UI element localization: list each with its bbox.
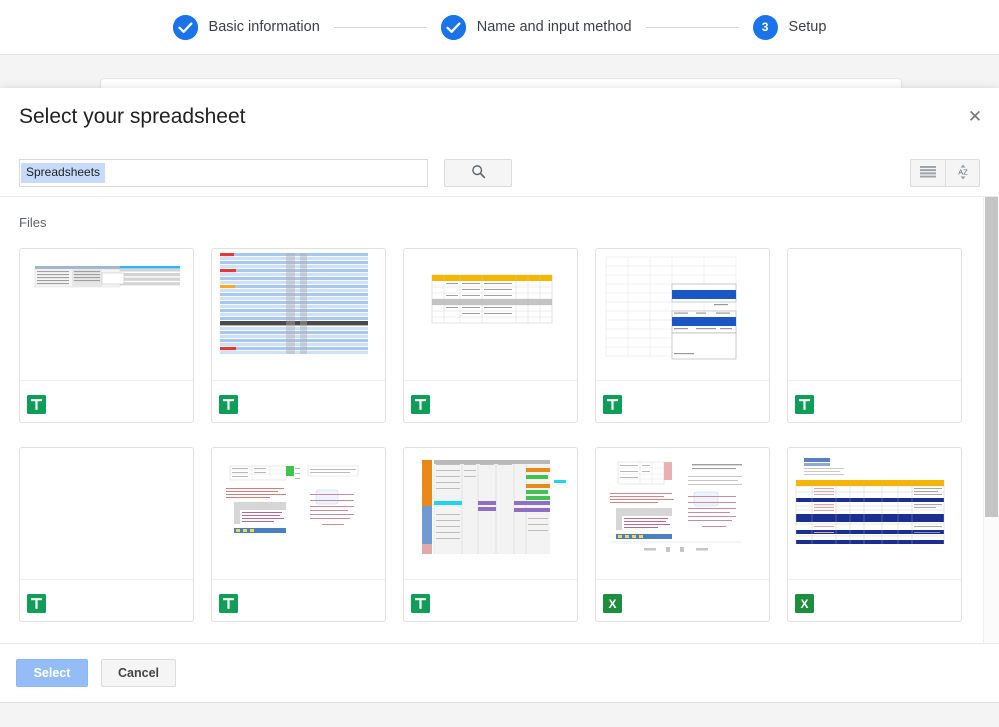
dialog-title: Select your spreadsheet [19,105,246,128]
select-button[interactable]: Select [16,659,88,687]
search-input[interactable] [105,161,426,185]
dialog-header: Select your spreadsheet ✕ Spreadsheets A… [0,88,999,196]
select-spreadsheet-dialog: Select your spreadsheet ✕ Spreadsheets A… [0,88,999,702]
file-card-footer [404,380,577,422]
file-card-footer [20,579,193,621]
svg-text:X: X [608,597,616,611]
file-thumbnail [404,448,577,581]
file-card-footer [788,380,961,422]
google-sheets-icon [219,594,238,613]
microsoft-excel-icon: X [795,594,814,613]
file-thumbnail [20,249,193,382]
stepper-step-basic-information[interactable]: Basic information [172,14,320,40]
step-complete-check-icon [440,14,466,40]
step-complete-check-icon [172,14,198,40]
file-grid: X X [19,248,980,622]
file-card[interactable]: X [787,447,962,622]
search-field-wrapper[interactable]: Spreadsheets [19,159,428,187]
list-view-icon [920,165,936,181]
google-sheets-icon [411,594,430,613]
file-card-footer [20,380,193,422]
search-button[interactable] [444,159,512,187]
view-toolbar: AZ [910,159,980,187]
file-card-footer [404,579,577,621]
file-thumbnail [788,249,961,382]
stepper-step-label: Setup [788,19,827,35]
stepper-connector [645,26,739,28]
cancel-button[interactable]: Cancel [101,659,176,687]
file-card[interactable] [19,447,194,622]
bottom-page-strip [0,702,999,727]
file-card-footer: X [596,579,769,621]
wizard-stepper: Basic information Name and input method … [0,0,999,55]
svg-text:X: X [800,597,808,611]
file-card[interactable] [787,248,962,423]
file-list-scroll-area[interactable]: Files X X [0,196,999,643]
google-sheets-icon [219,395,238,414]
list-view-icon-button[interactable] [910,159,945,187]
stepper-step-label: Basic information [208,19,320,35]
google-sheets-icon [411,395,430,414]
search-filter-chip-spreadsheets[interactable]: Spreadsheets [21,163,106,183]
svg-text:AZ: AZ [958,167,968,176]
microsoft-excel-icon: X [603,594,622,613]
file-card[interactable]: X [595,447,770,622]
dialog-footer: Select Cancel [0,643,999,702]
file-thumbnail [212,249,385,382]
step-number-badge: 3 [752,14,778,40]
stepper-step-name-and-input-method[interactable]: Name and input method [440,14,632,40]
file-card[interactable] [211,447,386,622]
google-sheets-icon [603,395,622,414]
stepper-step-label: Name and input method [476,19,632,35]
file-card[interactable] [403,447,578,622]
google-sheets-icon [27,594,46,613]
sort-az-icon: AZ [953,162,973,185]
files-section-label: Files [19,215,47,230]
file-thumbnail [596,448,769,581]
stepper-connector [333,26,427,28]
file-card[interactable] [403,248,578,423]
google-sheets-icon [27,395,46,414]
file-thumbnail [596,249,769,382]
file-card-footer [212,380,385,422]
google-sheets-icon [795,395,814,414]
file-list-scrollbar-thumb[interactable] [985,197,998,517]
file-thumbnail [404,249,577,382]
file-thumbnail [212,448,385,581]
file-list-scrollbar-track[interactable] [983,197,999,643]
file-thumbnail [788,448,961,581]
file-card[interactable] [19,248,194,423]
stepper-step-setup[interactable]: 3 Setup [752,14,827,40]
search-row: Spreadsheets [19,159,512,187]
stepper-track: Basic information Name and input method … [172,14,827,40]
file-card[interactable] [595,248,770,423]
file-card-footer: X [788,579,961,621]
search-icon [471,164,486,182]
file-card[interactable] [211,248,386,423]
file-card-footer [212,579,385,621]
close-icon[interactable]: ✕ [962,103,988,129]
sort-az-icon-button[interactable]: AZ [945,159,980,187]
file-card-footer [596,380,769,422]
file-thumbnail [20,448,193,581]
